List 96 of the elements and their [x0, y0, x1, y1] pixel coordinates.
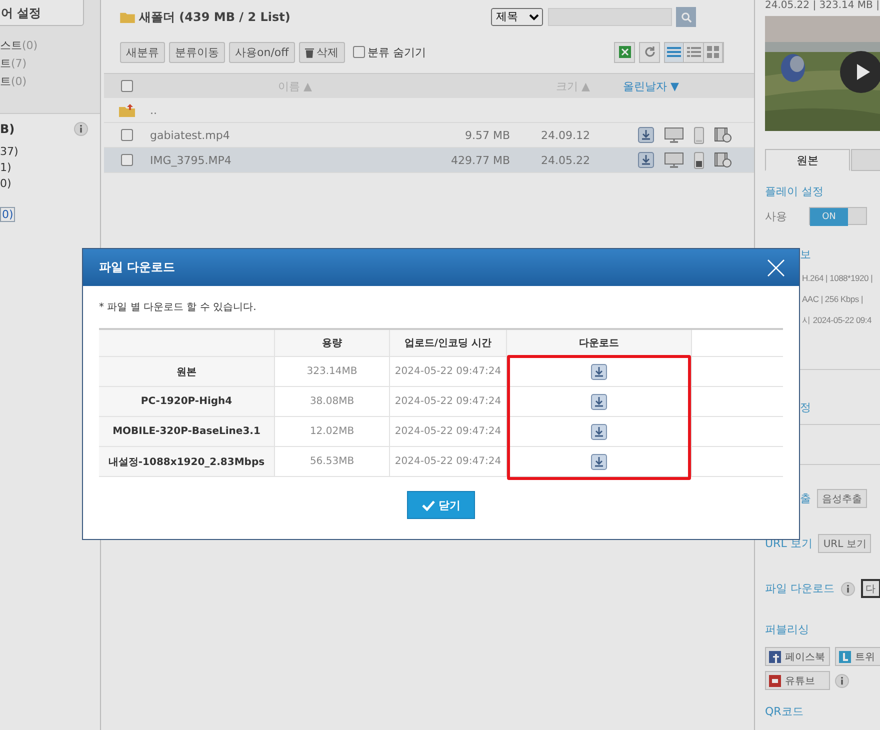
file-name[interactable]: gabiatest.mp4	[150, 128, 420, 142]
version-name: PC-1920P-High4	[99, 387, 275, 416]
download-icon[interactable]	[591, 394, 607, 410]
action-label: 파일 다운로드	[765, 581, 834, 596]
monitor-icon[interactable]	[664, 152, 684, 168]
parent-folder-icon[interactable]	[119, 104, 135, 116]
settings-button[interactable]: 어 설정	[0, 0, 84, 26]
share-button[interactable]: 페이스북	[765, 647, 830, 666]
close-icon[interactable]	[767, 258, 785, 276]
section-title: 플레이 설정	[765, 184, 824, 199]
folder-title: 새폴더 (439 MB / 2 List)	[139, 8, 290, 26]
file-size: 9.57 MB	[464, 128, 510, 142]
select-all-checkbox[interactable]	[121, 80, 133, 92]
file-size: 429.77 MB	[450, 154, 510, 166]
toolbar-button[interactable]: 사용on/off	[229, 42, 295, 62]
column-header[interactable]: 올린날자 ▼	[623, 78, 679, 94]
download-icon[interactable]	[638, 127, 654, 143]
download-icon[interactable]	[591, 424, 607, 440]
file-name[interactable]: IMG_3795.MP4	[150, 154, 420, 166]
download-icon[interactable]	[638, 152, 654, 168]
search-field[interactable]	[548, 8, 672, 26]
toolbar-button[interactable]: 새분류	[120, 42, 165, 62]
file-size: 323.14MB	[275, 357, 390, 386]
storage-title: B)	[0, 122, 15, 136]
row-checkbox[interactable]	[121, 154, 133, 166]
info-line: H.264 | 1088*1920 |	[801, 273, 874, 283]
video-meta: 24.05.22 | 323.14 MB |	[765, 0, 880, 11]
monitor-icon[interactable]	[664, 127, 684, 143]
info-icon[interactable]	[840, 582, 854, 596]
storage-item: 37)	[0, 145, 18, 158]
view-toggle[interactable]	[704, 42, 723, 62]
hide-categories-checkbox[interactable]: 분류 숨기기	[352, 44, 426, 60]
search-button[interactable]	[676, 7, 696, 27]
share-icon	[769, 650, 781, 662]
file-size: 12.02MB	[275, 417, 390, 446]
section-title: QR코드	[765, 704, 804, 719]
version-name: MOBILE-320P-BaseLine3.1	[99, 417, 275, 446]
row-checkbox[interactable]	[121, 129, 133, 141]
action-button[interactable]: URL 보기	[818, 534, 872, 553]
section-title: 퍼블리싱	[765, 622, 810, 637]
dialog-note: * 파일 별 다운로드 할 수 있습니다.	[99, 301, 258, 314]
file-date: 24.09.12	[540, 128, 590, 142]
encode-time: 2024-05-22 09:47:24	[390, 387, 507, 416]
film-icon[interactable]	[714, 152, 732, 168]
file-size: 56.53MB	[275, 447, 390, 476]
storage-item: 0)	[0, 177, 12, 190]
encode-time: 2024-05-22 09:47:24	[390, 447, 507, 476]
refresh-icon[interactable]	[639, 42, 660, 62]
version-name: 원본	[99, 357, 275, 386]
info-line: 시 2024-05-22 09:4	[801, 315, 872, 327]
list-item[interactable]: 트(7)	[0, 56, 100, 71]
column-header: 업로드/인코딩 시간	[390, 330, 507, 356]
parent-folder-link[interactable]: ..	[150, 104, 420, 116]
action-button[interactable]: 음성추출	[817, 489, 867, 508]
info-line: AAC | 256 Kbps |	[801, 294, 864, 304]
action-label: 출	[800, 491, 811, 506]
column-header: 다운로드	[507, 330, 692, 356]
share-icon	[839, 650, 851, 662]
search-icon	[680, 12, 692, 22]
section-title: 정	[799, 400, 812, 415]
dialog-title: 파일 다운로드	[99, 259, 176, 276]
view-toggle[interactable]	[665, 42, 684, 62]
film-icon[interactable]	[714, 127, 732, 143]
play-icon	[856, 64, 870, 80]
share-icon	[769, 674, 781, 686]
info-icon[interactable]	[835, 674, 849, 688]
file-date: 24.05.22	[540, 154, 590, 166]
toolbar-button[interactable]: 삭제	[298, 42, 345, 62]
download-icon[interactable]	[591, 364, 607, 380]
setting-label: 사용	[765, 208, 787, 224]
excel-icon[interactable]	[614, 42, 635, 62]
version-name: 내설정-1088x1920_2.83Mbps	[99, 447, 275, 476]
mobile-icon[interactable]	[694, 152, 704, 168]
section-title: 보	[799, 247, 812, 262]
folder-icon	[120, 11, 135, 23]
search-type-select[interactable]: 제목	[491, 8, 543, 26]
action-button[interactable]: 다	[860, 579, 880, 598]
toolbar-button[interactable]: 분류이동	[169, 42, 225, 62]
download-icon[interactable]	[591, 454, 607, 470]
file-row[interactable]: IMG_3795.MP4 429.77 MB 24.05.22	[104, 148, 754, 173]
tab[interactable]: 원본	[765, 149, 850, 171]
view-toggle[interactable]	[685, 42, 704, 62]
list-item[interactable]: 스트(0)	[0, 38, 100, 53]
column-header: 용량	[275, 330, 390, 356]
encode-time: 2024-05-22 09:47:24	[390, 357, 507, 386]
check-icon	[422, 500, 434, 510]
close-button[interactable]: 닫기	[407, 491, 475, 519]
storage-item: 1)	[0, 161, 12, 174]
list-item[interactable]: 트(0)	[0, 74, 100, 89]
info-icon[interactable]	[74, 122, 88, 136]
file-size: 38.08MB	[275, 387, 390, 416]
trash-icon	[304, 46, 314, 58]
share-button[interactable]: 트위	[835, 647, 880, 666]
encode-time: 2024-05-22 09:47:24	[390, 417, 507, 446]
share-button[interactable]: 유튜브	[765, 671, 830, 690]
storage-link[interactable]: 0)	[0, 207, 16, 222]
